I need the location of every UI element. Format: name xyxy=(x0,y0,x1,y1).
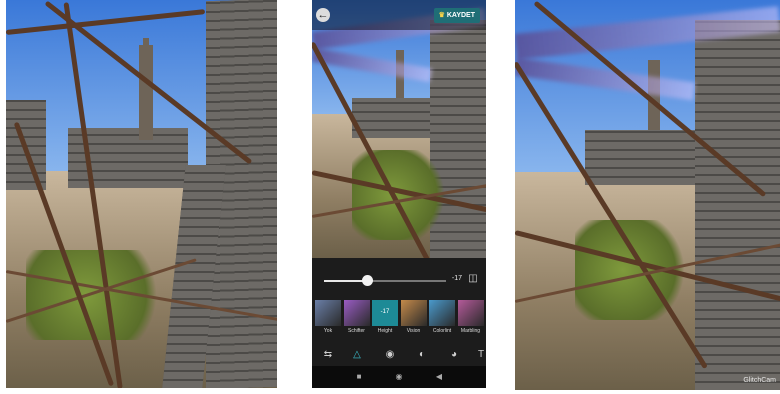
tool-marbling[interactable]: Marbling xyxy=(457,300,484,336)
tool-schifter[interactable]: Schifter xyxy=(343,300,370,336)
text-icon[interactable]: T xyxy=(472,346,486,364)
adjust-icon[interactable]: ⇆ xyxy=(319,346,337,364)
minaret xyxy=(139,45,153,140)
top-bar: ← ♛ KAYDET xyxy=(312,0,486,30)
effects-icon[interactable]: △ xyxy=(348,346,366,364)
tool-colorlint[interactable]: Colorlint xyxy=(429,300,455,336)
tool-label: Marbling xyxy=(460,328,481,334)
watermark: GlitchCam xyxy=(743,377,776,384)
tool-vision[interactable]: Vision xyxy=(400,300,427,336)
effect-tools: Yok Schifter -17 Height Vision Colorlint Marbl… xyxy=(315,300,486,338)
phone-editor: ← ♛ KAYDET -17 ◫ Yok Schifter -17 Height Visi… xyxy=(312,0,486,388)
slider-value: -17 xyxy=(451,275,462,282)
tool-label: Yok xyxy=(323,328,333,334)
tool-value: -17 xyxy=(380,309,390,315)
save-button[interactable]: ♛ KAYDET xyxy=(433,8,480,23)
android-navbar: ■ ◉ ◀ xyxy=(312,366,486,388)
intensity-slider[interactable] xyxy=(324,275,446,286)
tool-label: Height xyxy=(377,328,393,334)
tool-height[interactable]: -17 Height xyxy=(372,300,398,336)
back-nav-icon[interactable]: ◀ xyxy=(432,370,446,384)
tool-thumbnail xyxy=(429,300,455,326)
color-icon[interactable]: ◐ xyxy=(413,346,431,364)
tool-thumbnail xyxy=(457,300,484,326)
tool-label: Vision xyxy=(406,328,421,334)
compare-icon[interactable]: ◫ xyxy=(467,273,479,285)
minaret-top xyxy=(143,38,149,48)
glitched-preview xyxy=(312,0,486,258)
filters-icon[interactable]: ◉ xyxy=(381,346,399,364)
back-wall xyxy=(585,130,695,185)
tool-thumbnail xyxy=(343,300,370,326)
original-photo xyxy=(6,0,277,388)
bottom-tabs: ⇆ △ ◉ ◐ ◕ T xyxy=(312,346,486,364)
home-icon[interactable]: ◉ xyxy=(392,370,406,384)
recents-icon[interactable]: ■ xyxy=(352,370,366,384)
slider-thumb[interactable] xyxy=(361,275,373,286)
tool-yok[interactable]: Yok xyxy=(315,300,341,336)
tool-thumbnail xyxy=(400,300,427,326)
back-arrow-icon[interactable]: ← xyxy=(316,8,330,22)
back-wall xyxy=(352,98,432,138)
tool-label: Schifter xyxy=(348,328,365,334)
overlay-icon[interactable]: ◕ xyxy=(445,346,463,364)
tool-label: Colorlint xyxy=(432,328,452,334)
editor-controls: -17 ◫ Yok Schifter -17 Height Vision Colorlin… xyxy=(312,258,486,388)
tool-thumbnail xyxy=(315,300,341,326)
result-photo: GlitchCam xyxy=(515,0,780,390)
slider-fill xyxy=(324,280,367,282)
save-label: KAYDET xyxy=(446,12,475,19)
right-wall xyxy=(695,20,780,390)
crown-icon: ♛ xyxy=(438,12,445,19)
